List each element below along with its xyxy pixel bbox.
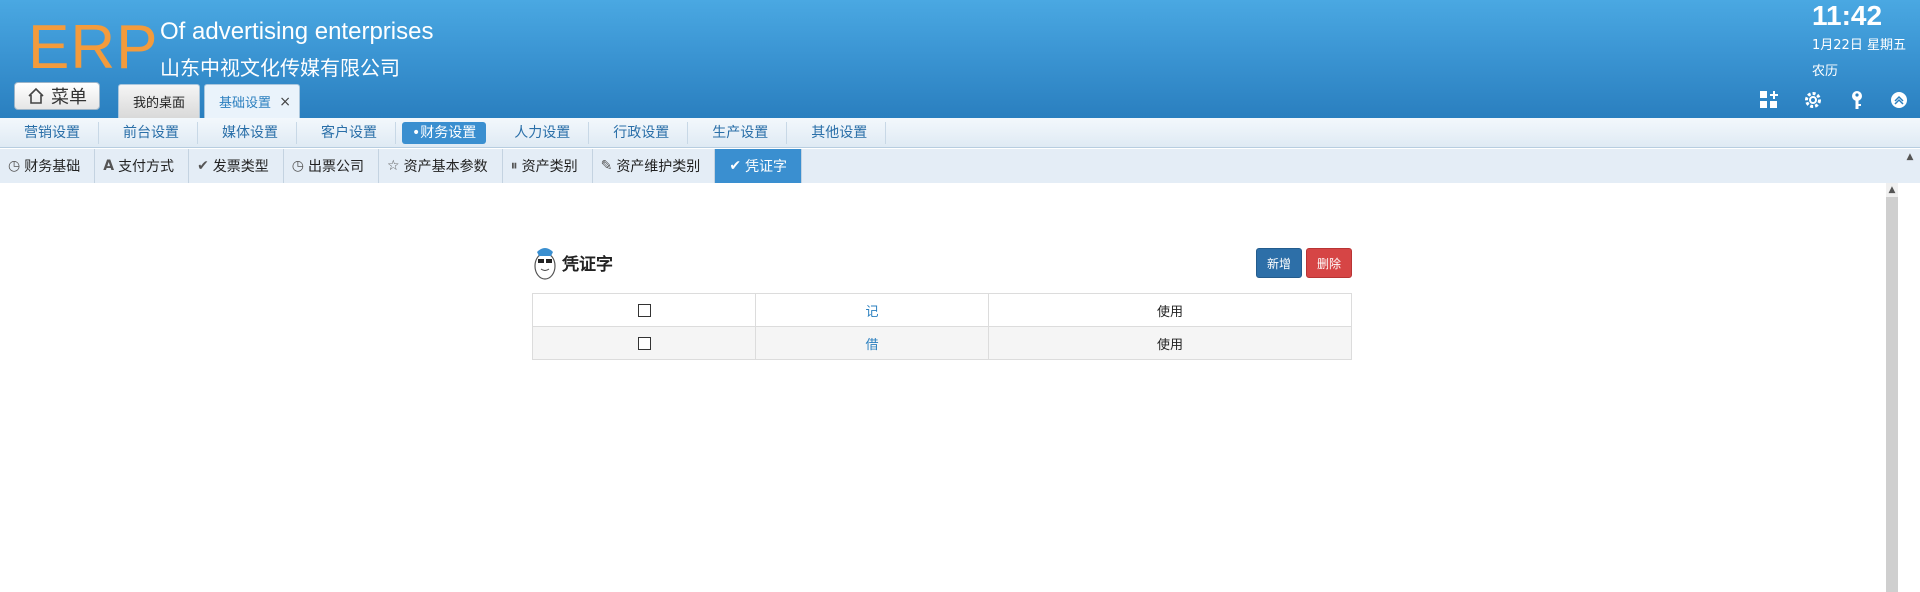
subnav-label: 发票类型	[212, 159, 269, 175]
nav-other-settings[interactable]: 其他设置	[793, 121, 887, 144]
erp-logo: ERP	[28, 13, 159, 82]
nav-finance-settings[interactable]: •财务设置	[402, 121, 487, 144]
table-row: 记 使用	[532, 293, 1352, 327]
subnav-label: 资产基本参数	[403, 159, 488, 175]
settings-category-nav: 营销设置 前台设置 媒体设置 客户设置 •财务设置 人力设置 行政设置 生产设置…	[0, 118, 1920, 148]
subnav-label: 凭证字	[745, 159, 788, 175]
status-cell: 使用	[988, 293, 1352, 327]
check-icon: ✔	[729, 158, 742, 174]
brand-company-name: 山东中视文化传媒有限公司	[160, 56, 400, 80]
clock-icon: ◷	[291, 158, 305, 174]
lunar-calendar-link[interactable]: 农历	[1812, 60, 1838, 79]
clock-date: 1月22日 星期五	[1812, 38, 1906, 53]
voucher-word-table: 记 使用 借 使用	[532, 293, 1352, 360]
subnav-finance-basics[interactable]: ◷ 财务基础	[0, 149, 96, 183]
subnav-payment-methods[interactable]: A 支付方式	[95, 149, 190, 183]
panel-title: 凭证字	[562, 254, 613, 275]
outer-scroll-up-arrow[interactable]: ▲	[1904, 152, 1916, 166]
close-icon[interactable]: ×	[279, 94, 291, 110]
pencil-icon: ✎	[600, 158, 613, 174]
scroll-up-arrow[interactable]: ▲	[1886, 183, 1898, 197]
subnav-label: 资产类别	[521, 159, 578, 175]
nav-production-settings[interactable]: 生产设置	[694, 121, 788, 144]
subnav-asset-maintenance[interactable]: ✎ 资产维护类别	[593, 149, 716, 183]
check-icon: ✔	[197, 158, 209, 174]
subnav-asset-parameters[interactable]: ☆ 资产基本参数	[379, 149, 503, 183]
voucher-word-link[interactable]: 记	[865, 305, 878, 320]
tab-basic-settings[interactable]: 基础设置 ×	[204, 84, 300, 118]
nav-media-settings[interactable]: 媒体设置	[204, 121, 297, 144]
subnav-label: 支付方式	[118, 159, 175, 175]
tab-label: 基础设置	[219, 96, 272, 111]
subnav-label: 财务基础	[24, 159, 81, 175]
nav-admin-settings[interactable]: 行政设置	[595, 121, 689, 144]
finance-subnav: ◷ 财务基础 A 支付方式 ✔ 发票类型 ◷ 出票公司 ☆ 资产基本参数 ⏸ 资…	[0, 149, 1920, 183]
status-cell: 使用	[988, 326, 1352, 360]
subnav-voucher-words[interactable]: ✔ 凭证字	[715, 149, 803, 183]
row-checkbox[interactable]	[637, 303, 651, 317]
clock-icon: ◷	[8, 158, 21, 174]
gear-icon[interactable]	[1801, 88, 1825, 112]
delete-button[interactable]: 删除	[1306, 248, 1352, 278]
clock-time: 11:42	[1812, 0, 1883, 31]
nav-hr-settings[interactable]: 人力设置	[496, 121, 590, 144]
tab-label: 我的桌面	[133, 96, 186, 111]
brand-english-name: Of advertising enterprises	[160, 18, 434, 45]
collapse-up-icon[interactable]	[1887, 88, 1911, 112]
table-row: 借 使用	[532, 326, 1352, 360]
home-icon	[28, 87, 44, 104]
nav-customer-settings[interactable]: 客户设置	[303, 121, 396, 144]
voucher-word-link[interactable]: 借	[865, 338, 878, 353]
subnav-asset-categories[interactable]: ⏸ 资产类别	[503, 149, 593, 183]
mascot-icon	[534, 248, 556, 280]
row-checkbox[interactable]	[637, 336, 651, 350]
vertical-scrollbar[interactable]	[1886, 183, 1898, 592]
letter-a-icon: A	[103, 158, 115, 174]
subnav-invoice-types[interactable]: ✔ 发票类型	[189, 149, 284, 183]
key-icon[interactable]	[1845, 88, 1869, 112]
menu-label: 菜单	[51, 87, 87, 108]
subnav-label: 出票公司	[308, 159, 365, 175]
star-icon: ☆	[387, 158, 400, 174]
nav-frontdesk-settings[interactable]: 前台设置	[105, 121, 198, 144]
subnav-label: 资产维护类别	[616, 159, 701, 175]
app-header: ERP Of advertising enterprises 山东中视文化传媒有…	[0, 0, 1920, 118]
tab-my-desktop[interactable]: 我的桌面	[118, 84, 200, 118]
subnav-issuing-company[interactable]: ◷ 出票公司	[284, 149, 380, 183]
grid-add-icon[interactable]	[1757, 88, 1781, 112]
nav-marketing-settings[interactable]: 营销设置	[6, 121, 99, 144]
menu-button[interactable]: 菜单	[14, 82, 100, 110]
add-button[interactable]: 新增	[1256, 248, 1302, 278]
pause-icon: ⏸	[510, 158, 518, 174]
panel-header: 凭证字	[532, 242, 613, 282]
